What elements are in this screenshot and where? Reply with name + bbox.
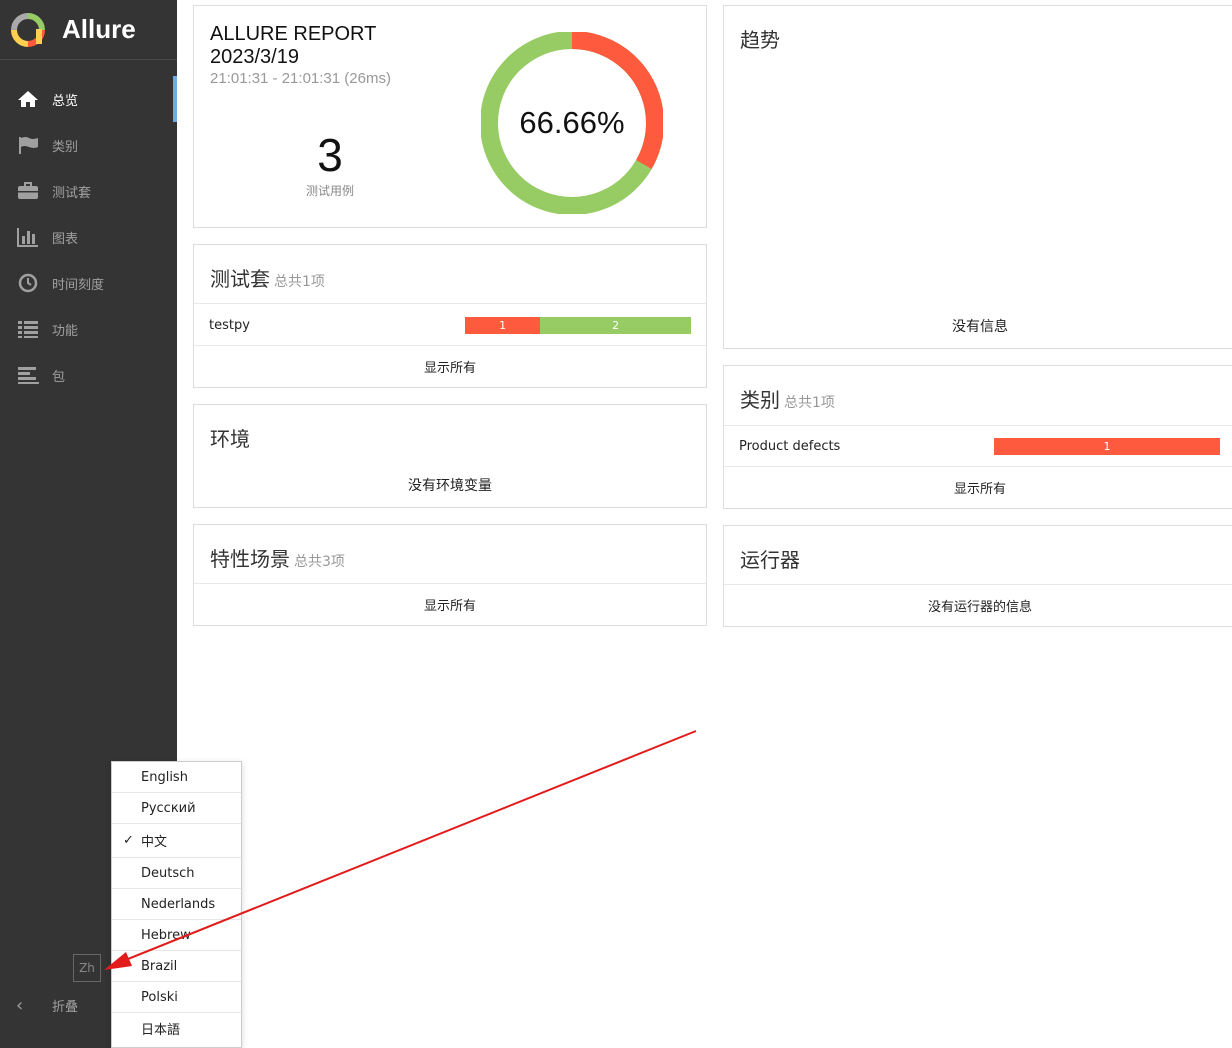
category-name: Product defects bbox=[739, 439, 841, 454]
categories-count: 总共1项 bbox=[784, 395, 835, 411]
features-title: 特性场景 总共3项 bbox=[210, 547, 345, 571]
trend-title: 趋势 bbox=[740, 28, 780, 52]
categories-widget: 类别 总共1项 Product defects 1 显示所有 bbox=[723, 365, 1232, 509]
suites-count: 总共1项 bbox=[274, 274, 325, 290]
categories-show-all[interactable]: 显示所有 bbox=[724, 466, 1232, 508]
language-option-selected[interactable]: ✓ 中文 bbox=[112, 824, 241, 858]
trend-empty: 没有信息 bbox=[952, 319, 1008, 335]
sidebar-item-categories[interactable]: 类别 bbox=[0, 122, 177, 168]
sidebar-item-overview[interactable]: 总览 bbox=[0, 76, 177, 122]
suites-title: 测试套 总共1项 bbox=[210, 267, 325, 291]
suite-name: testpy bbox=[209, 317, 250, 333]
list-icon bbox=[16, 319, 40, 339]
test-case-count-label: 测试用例 bbox=[305, 184, 354, 198]
language-option[interactable]: Polski bbox=[112, 982, 241, 1013]
executors-widget: 运行器 没有运行器的信息 bbox=[723, 525, 1232, 627]
suite-status-bar: 1 2 bbox=[465, 316, 691, 334]
collapse-button[interactable]: ‹ 折叠 bbox=[16, 992, 78, 1018]
executors-empty: 没有运行器的信息 bbox=[724, 584, 1232, 626]
language-option[interactable]: Deutsch bbox=[112, 858, 241, 889]
passed-segment: 2 bbox=[540, 316, 691, 334]
collapse-label: 折叠 bbox=[52, 999, 79, 1015]
language-option[interactable]: Русский bbox=[112, 793, 241, 824]
allure-logo-icon bbox=[11, 12, 45, 47]
suite-row[interactable]: testpy 1 2 bbox=[194, 303, 706, 346]
sidebar-item-label: 包 bbox=[52, 369, 66, 385]
sidebar-item-label: 功能 bbox=[52, 323, 79, 339]
sidebar-item-label: 总览 bbox=[52, 93, 79, 109]
report-title: ALLURE REPORT 2023/3/19 bbox=[210, 23, 377, 68]
language-option[interactable]: English bbox=[112, 762, 241, 793]
language-toggle[interactable]: Zh bbox=[73, 954, 101, 982]
category-row[interactable]: Product defects 1 bbox=[724, 425, 1232, 467]
sidebar-nav: 总览 类别 测试套 图表 时间刻度 功能 包 bbox=[0, 76, 177, 398]
sidebar-item-timeline[interactable]: 时间刻度 bbox=[0, 260, 177, 306]
sidebar-item-label: 类别 bbox=[52, 139, 79, 155]
categories-title: 类别 总共1项 bbox=[740, 388, 835, 412]
report-time-range: 21:01:31 - 21:01:31 (26ms) bbox=[210, 70, 391, 87]
features-widget: 特性场景 总共3项 显示所有 bbox=[193, 524, 707, 626]
sidebar-item-behaviors[interactable]: 功能 bbox=[0, 306, 177, 352]
category-status-bar: 1 bbox=[994, 438, 1220, 455]
trend-widget: 趋势 没有信息 bbox=[723, 5, 1232, 349]
briefcase-icon bbox=[16, 181, 40, 201]
features-show-all[interactable]: 显示所有 bbox=[194, 583, 706, 625]
chevron-left-icon: ‹ bbox=[16, 994, 24, 1016]
language-option[interactable]: Hebrew bbox=[112, 920, 241, 951]
clock-icon bbox=[16, 273, 40, 293]
environment-empty: 没有环境变量 bbox=[408, 478, 492, 494]
failed-segment: 1 bbox=[465, 316, 541, 334]
sidebar-item-packages[interactable]: 包 bbox=[0, 352, 177, 398]
suites-show-all[interactable]: 显示所有 bbox=[194, 345, 706, 387]
executors-title: 运行器 bbox=[740, 548, 800, 572]
sidebar-item-suites[interactable]: 测试套 bbox=[0, 168, 177, 214]
environment-title: 环境 bbox=[210, 427, 250, 451]
bar-chart-icon bbox=[16, 227, 40, 247]
test-case-count: 3 bbox=[317, 129, 343, 181]
home-icon bbox=[16, 89, 40, 109]
language-option[interactable]: Nederlands bbox=[112, 889, 241, 920]
environment-widget: 环境 没有环境变量 bbox=[193, 404, 707, 508]
align-left-icon bbox=[16, 365, 40, 385]
sidebar-item-label: 时间刻度 bbox=[52, 277, 105, 293]
flag-icon bbox=[16, 135, 40, 155]
summary-widget: ALLURE REPORT 2023/3/19 21:01:31 - 21:01… bbox=[193, 5, 707, 228]
sidebar-item-label: 图表 bbox=[52, 231, 79, 247]
features-count: 总共3项 bbox=[294, 554, 345, 570]
sidebar-item-label: 测试套 bbox=[52, 185, 92, 201]
brand-title: Allure bbox=[62, 14, 136, 44]
suites-widget: 测试套 总共1项 testpy 1 2 显示所有 bbox=[193, 244, 707, 388]
product-defects-segment: 1 bbox=[994, 438, 1220, 455]
pass-percentage: 66.66% bbox=[519, 105, 625, 140]
language-option[interactable]: 日本語 bbox=[112, 1013, 241, 1044]
language-menu: English Русский ✓ 中文 Deutsch Nederlands H… bbox=[111, 761, 242, 1048]
brand[interactable]: Allure bbox=[0, 0, 177, 60]
sidebar-item-graphs[interactable]: 图表 bbox=[0, 214, 177, 260]
checkmark-icon: ✓ bbox=[123, 833, 134, 848]
language-option[interactable]: Brazil bbox=[112, 951, 241, 982]
